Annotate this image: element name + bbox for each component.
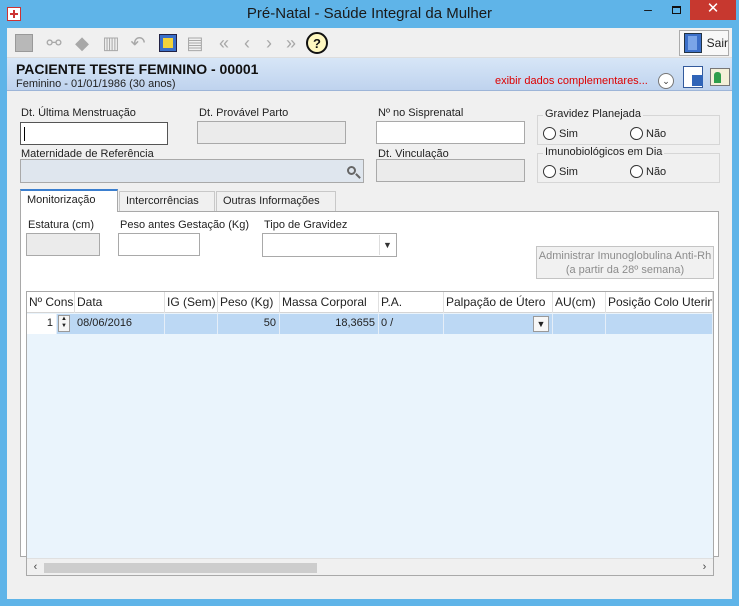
close-button[interactable]: ✕ <box>690 0 736 20</box>
col-massa[interactable]: Massa Corporal <box>280 292 379 313</box>
toolbar: ⚯ ◆ ▥ ↶ ▤ « ‹ › » ? Sair <box>7 28 732 58</box>
table-row[interactable]: 1 ▲ ▼ 08/06/2016 50 18,3655 0 / ▼ <box>27 314 713 334</box>
window-title: Pré-Natal - Saúde Integral da Mulher <box>246 5 493 22</box>
chevron-down-icon[interactable]: ⌄ <box>658 73 674 89</box>
chevron-down-icon: ▼ <box>379 235 395 255</box>
grid-header: Nº Cons. Data IG (Sem) Peso (Kg) Massa C… <box>27 292 713 313</box>
col-cons[interactable]: Nº Cons. <box>27 292 75 313</box>
radio-icon <box>543 165 556 178</box>
radio-label: Sim <box>559 127 578 140</box>
imunobiologicos-group: Imunobiológicos em Dia Sim Não <box>537 146 720 183</box>
cell-posicao[interactable] <box>606 314 713 334</box>
title-bar: Pré-Natal - Saúde Integral da Mulher – ✕ <box>0 0 739 28</box>
patient-name: PACIENTE TESTE FEMININO - 00001 <box>16 61 259 77</box>
col-au[interactable]: AU(cm) <box>553 292 606 313</box>
patient-header: PACIENTE TESTE FEMININO - 00001 Feminino… <box>7 58 732 91</box>
consultas-grid[interactable]: Nº Cons. Data IG (Sem) Peso (Kg) Massa C… <box>26 291 714 576</box>
binoculars-icon[interactable]: ⚯ <box>43 32 65 54</box>
undo-icon[interactable]: ↶ <box>127 32 149 54</box>
eraser-icon[interactable]: ◆ <box>71 32 93 54</box>
scroll-thumb[interactable] <box>44 563 317 573</box>
radio-icon <box>630 127 643 140</box>
anti-rh-line2: (a partir da 28º semana) <box>565 264 685 276</box>
radio-label: Não <box>646 165 667 178</box>
col-data[interactable]: Data <box>75 292 165 313</box>
dpp-field <box>197 121 346 144</box>
col-palpacao[interactable]: Palpação de Útero <box>444 292 553 313</box>
print-icon[interactable]: ▤ <box>184 32 206 54</box>
col-posicao[interactable]: Posição Colo Uterino <box>606 292 713 313</box>
peso-field[interactable] <box>118 233 200 256</box>
tab-outras-informacoes[interactable]: Outras Informações <box>216 191 336 211</box>
document-icon[interactable] <box>683 66 703 88</box>
chevron-down-icon[interactable]: ▼ <box>533 316 549 332</box>
cell-au[interactable] <box>553 314 606 334</box>
last-icon[interactable]: » <box>280 32 302 54</box>
vinculacao-field <box>376 159 525 182</box>
horizontal-scrollbar[interactable]: ‹ › <box>27 558 713 575</box>
radio-label: Sim <box>559 165 578 178</box>
tipo-gravidez-label: Tipo de Gravidez <box>264 219 348 231</box>
sisprenatal-label: Nº no Sisprenatal <box>378 107 464 119</box>
gravidez-planejada-nao[interactable]: Não <box>630 127 666 140</box>
cell-massa[interactable]: 18,3655 <box>280 314 379 334</box>
dpp-label: Dt. Provável Parto <box>199 107 289 119</box>
col-ig[interactable]: IG (Sem) <box>165 292 218 313</box>
cell-ig[interactable] <box>165 314 218 334</box>
next-icon[interactable]: › <box>258 32 280 54</box>
prev-icon[interactable]: ‹ <box>236 32 258 54</box>
cell-cons[interactable]: 1 <box>27 314 57 334</box>
radio-label: Não <box>646 127 667 140</box>
minimize-button[interactable]: – <box>634 0 662 20</box>
gravidez-planejada-sim[interactable]: Sim <box>543 127 578 140</box>
trash-icon[interactable]: ▥ <box>100 32 122 54</box>
maternidade-field[interactable] <box>20 159 364 183</box>
client-area: ⚯ ◆ ▥ ↶ ▤ « ‹ › » ? Sair PACIENTE TESTE … <box>7 28 732 599</box>
monitorizacao-panel: Estatura (cm) Peso antes Gestação (Kg) T… <box>20 211 719 576</box>
help-icon[interactable]: ? <box>306 32 328 54</box>
gravidez-planejada-group: Gravidez Planejada Sim Não <box>537 108 720 145</box>
exit-button[interactable]: Sair <box>679 30 729 56</box>
search-button[interactable] <box>341 161 361 180</box>
exit-label: Sair <box>706 36 728 50</box>
radio-icon <box>630 165 643 178</box>
scroll-right-icon[interactable]: › <box>697 561 712 574</box>
col-pa[interactable]: P.A. <box>379 292 444 313</box>
text-caret <box>24 127 25 141</box>
exit-door-icon <box>684 33 702 53</box>
search-icon <box>346 166 356 175</box>
first-icon[interactable]: « <box>213 32 235 54</box>
gravidez-planejada-title: Gravidez Planejada <box>543 108 644 120</box>
imunobiologicos-title: Imunobiológicos em Dia <box>543 146 665 158</box>
anti-rh-button: Administrar Imunoglobulina Anti-Rh (a pa… <box>536 246 714 279</box>
extra-data-link[interactable]: exibir dados complementares... <box>495 75 648 87</box>
imunobiologicos-sim[interactable]: Sim <box>543 165 578 178</box>
cell-pa[interactable]: 0 / <box>379 314 444 334</box>
tab-intercorrencias[interactable]: Intercorrências <box>119 191 215 211</box>
imunobiologicos-nao[interactable]: Não <box>630 165 666 178</box>
estatura-field <box>26 233 100 256</box>
cons-stepper[interactable]: ▲ ▼ <box>58 315 70 332</box>
col-peso[interactable]: Peso (Kg) <box>218 292 280 313</box>
peso-label: Peso antes Gestação (Kg) <box>120 219 250 231</box>
maximize-button[interactable] <box>662 0 690 20</box>
sisprenatal-field[interactable] <box>376 121 525 144</box>
dum-label: Dt. Última Menstruação <box>21 107 136 119</box>
scroll-left-icon[interactable]: ‹ <box>28 561 43 574</box>
cell-data[interactable]: 08/06/2016 <box>75 314 165 334</box>
tipo-gravidez-select[interactable]: ▼ <box>262 233 397 257</box>
notepad-icon[interactable] <box>157 32 179 54</box>
dum-field[interactable] <box>20 122 168 145</box>
user-card-icon[interactable] <box>710 68 730 86</box>
new-icon[interactable] <box>13 32 35 54</box>
cell-peso[interactable]: 50 <box>218 314 280 334</box>
patient-subtitle: Feminino - 01/01/1986 (30 anos) <box>16 78 176 90</box>
maximize-icon <box>671 6 681 14</box>
anti-rh-line1: Administrar Imunoglobulina Anti-Rh <box>538 250 712 262</box>
radio-icon <box>543 127 556 140</box>
estatura-label: Estatura (cm) <box>28 219 95 231</box>
tab-monitorizacao[interactable]: Monitorização <box>20 189 118 212</box>
